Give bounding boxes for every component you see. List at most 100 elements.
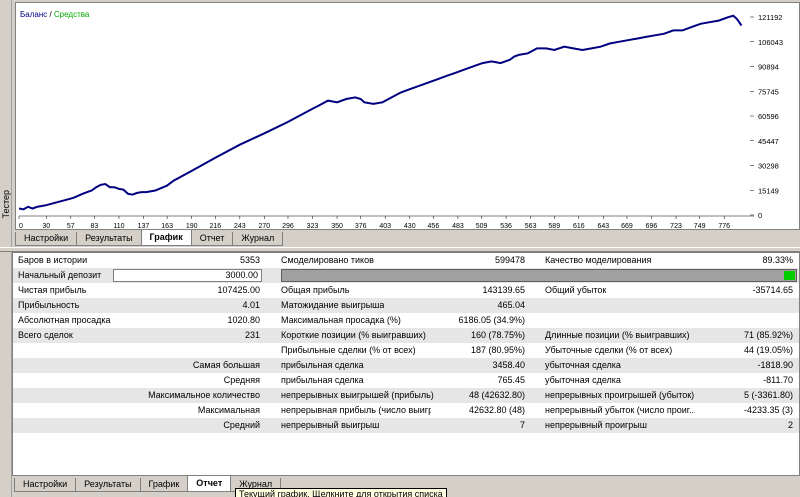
modeling-quality-bar [281,269,797,282]
x-tick-label: 0 [19,223,23,230]
legend-balance: Баланс [20,10,47,19]
y-tick-label: 30298 [758,162,779,171]
x-tick-label: 137 [138,223,150,230]
report-value: 1020.80 [227,315,260,325]
report-label: Начальный депозит [18,270,102,280]
report-label: Средний [223,420,260,430]
x-tick-label: 509 [476,223,488,230]
report-row: Всего сделок 231 Короткие позиции (% выи… [13,328,799,343]
report-value: 231 [244,330,260,340]
x-tick-label: 616 [573,223,585,230]
x-tick-label: 536 [500,223,512,230]
report-label: Прибыльные сделки (% от всех) [281,345,416,355]
report-value: 2 [787,420,793,430]
report-row: Прибыльность 4.01 Матожидание выигрыша 4… [13,298,799,313]
report-label: Короткие позиции (% выигравших) [281,330,426,340]
report-value: -1818.90 [757,360,793,370]
report-row: Баров в истории 5353 Смоделировано тиков… [13,253,799,268]
report-value: 3458.40 [492,360,525,370]
x-tick-label: 163 [161,223,173,230]
report-label: непрерывных проигрышей (убыток) [545,390,695,400]
report-label: Максимальная просадка (%) [281,315,401,325]
y-tick-label: 121192 [758,13,782,22]
tab-journal[interactable]: Журнал [232,232,284,246]
report-label: Чистая прибыль [18,285,87,295]
report-row: Максимальная непрерывная прибыль (число … [13,403,799,418]
tester-window: Тестер 0 30 57 83 110 137 163 190 216 243 270 296 32… [0,0,800,497]
tab-graph[interactable]: График [139,478,189,492]
x-tick-label: 643 [597,223,609,230]
y-tick-label: 15149 [758,186,779,195]
report-value: 48 (42632.80) [468,390,525,400]
report-label: непрерывная прибыль (число выигр... [281,405,431,415]
x-tick-label: 430 [404,223,416,230]
report-label: непрерывный убыток (число проиг... [545,405,695,415]
report-label: убыточная сделка [545,375,621,385]
tab-graph[interactable]: График [140,230,192,246]
report-row: Прибыльные сделки (% от всех) 187 (80.95… [13,343,799,358]
report-label: непрерывный проигрыш [545,420,647,430]
report-label: Длинные позиции (% выигравших) [545,330,690,340]
report-label: Баров в истории [18,255,88,265]
report-row: Чистая прибыль 107425.00 Общая прибыль 1… [13,283,799,298]
x-tick-label: 243 [234,223,246,230]
report-value: 187 (80.95%) [470,345,525,355]
balance-line [18,14,743,211]
tab-settings[interactable]: Настройки [14,478,77,492]
x-tick-label: 776 [718,223,730,230]
report-label: Качество моделирования [545,255,652,265]
report-value: 4.01 [242,300,260,310]
report-label: Абсолютная просадка [18,315,111,325]
x-tick-label: 589 [548,223,560,230]
report-value: 107425.00 [217,285,260,295]
y-tick-label: 75745 [758,87,779,96]
y-tick-label: 106043 [758,38,783,47]
tab-report[interactable]: Отчет [190,232,234,246]
report-row: Самая большая прибыльная сделка 3458.40 … [13,358,799,373]
report-label: Общая прибыль [281,285,350,295]
balance-chart[interactable]: 0 30 57 83 110 137 163 190 216 243 270 296 323 350 376… [15,2,800,230]
tab-report[interactable]: Отчет [187,476,232,492]
report-label: прибыльная сделка [281,360,364,370]
report-value: 765.45 [497,375,525,385]
x-tick-label: 270 [259,223,271,230]
chart-legend: Баланс / Средства [20,10,90,19]
y-tick-label: 45447 [758,137,779,146]
report-value: 143139.65 [482,285,525,295]
report-value: 5353 [239,255,260,265]
x-tick-label: 323 [307,223,319,230]
x-tick-label: 456 [428,223,440,230]
report-value: 160 (78.75%) [470,330,525,340]
report-row: Средняя прибыльная сделка 765.45 убыточн… [13,373,799,388]
x-tick-label: 723 [670,223,682,230]
initial-deposit-value: 3000.00 [113,269,262,282]
tab-results[interactable]: Результаты [75,478,141,492]
report-value: 465.04 [497,300,525,310]
y-ticks: 121192 106043 90894 75745 60596 45447 30298 151… [750,13,783,220]
x-ticks: 0 30 57 83 110 137 163 190 216 243 270 296 323 350 376… [18,216,730,230]
report-label: Максимальное количество [148,390,260,400]
report-row: Начальный депозит 3000.00 [13,268,799,283]
report-label: Убыточные сделки (% от всех) [545,345,673,355]
tab-tooltip: Текущий график. Щелкните для открытия сп… [235,488,447,497]
report-label: Самая большая [192,360,260,370]
report-label: Всего сделок [18,330,73,340]
report-label: Прибыльность [18,300,80,310]
tab-results[interactable]: Результаты [76,232,142,246]
report-value: 7 [519,420,525,430]
tab-settings[interactable]: Настройки [15,232,78,246]
x-tick-label: 696 [646,223,658,230]
x-tick-label: 350 [331,223,343,230]
x-tick-label: 669 [621,223,633,230]
report-label: Средняя [223,375,260,385]
x-tick-label: 296 [282,223,294,230]
x-tick-label: 403 [379,223,391,230]
x-tick-label: 83 [91,223,99,230]
x-tick-label: 110 [113,223,124,230]
y-tick-label: 0 [758,211,762,220]
top-tab-bar: Настройки Результаты График Отчет Журнал [15,230,284,246]
report-label: убыточная сделка [545,360,621,370]
report-label: непрерывных выигрышей (прибыль) [281,390,434,400]
x-tick-label: 376 [355,223,367,230]
legend-equity: Средства [54,10,90,19]
